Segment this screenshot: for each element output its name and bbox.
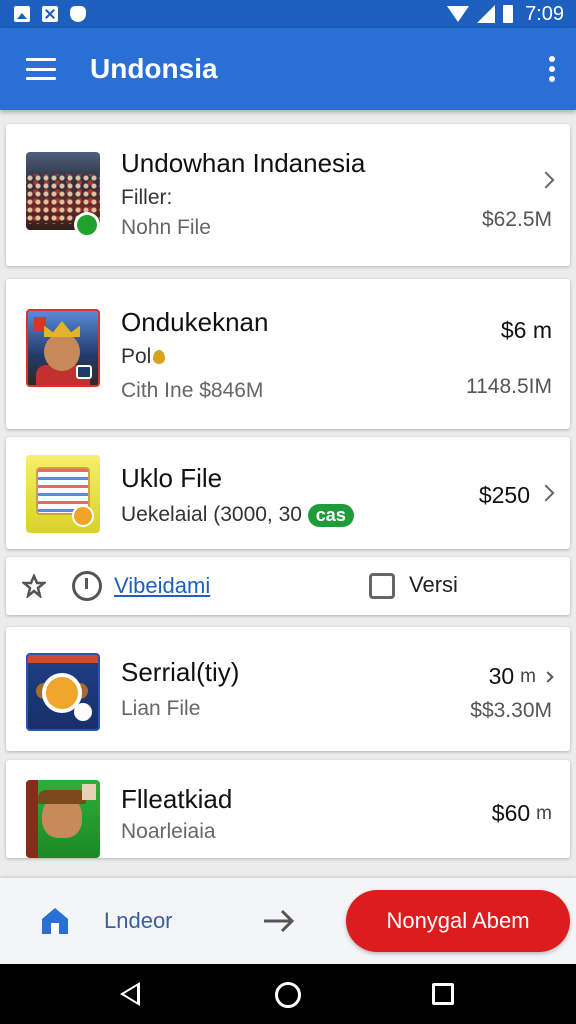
list-item[interactable]: Flleatkiad Noarleiaia $60 m bbox=[6, 760, 570, 858]
list-item[interactable]: Ondukeknan Pol Cith Ine $846M $6 m 1148.… bbox=[6, 279, 570, 429]
back-icon[interactable] bbox=[120, 982, 140, 1006]
item-subtitle: Filler: bbox=[121, 186, 173, 209]
hamburger-menu-icon[interactable] bbox=[26, 58, 56, 80]
home-circle-icon[interactable] bbox=[275, 982, 301, 1008]
app-bar: Undonsia bbox=[0, 28, 576, 110]
emblem-thumbnail bbox=[26, 653, 100, 731]
recent-apps-icon[interactable] bbox=[432, 983, 454, 1005]
image-icon bbox=[14, 6, 30, 22]
file-document-thumbnail bbox=[26, 455, 100, 533]
list-item[interactable]: Undowhan Indanesia Filler: Nohn File $62… bbox=[6, 124, 570, 266]
battery-icon bbox=[503, 5, 514, 23]
item-price: 1148.5IM bbox=[466, 375, 552, 398]
system-navigation-bar bbox=[0, 964, 576, 1024]
item-title: Undowhan Indanesia bbox=[121, 148, 366, 178]
versi-label: Versi bbox=[409, 572, 458, 597]
item-title: Ondukeknan bbox=[121, 307, 269, 337]
signal-icon bbox=[477, 5, 496, 23]
pin-icon[interactable] bbox=[22, 574, 46, 598]
shield-icon bbox=[70, 6, 86, 22]
chevron-right-icon bbox=[537, 171, 555, 189]
item-subtitle-text: Pol bbox=[121, 345, 152, 368]
item-price: $250 bbox=[478, 482, 530, 508]
action-link[interactable]: Vibeidami bbox=[114, 573, 210, 599]
more-vertical-icon[interactable] bbox=[548, 56, 556, 82]
action-row: Vibeidami Versi bbox=[6, 557, 570, 615]
cas-badge-label: cas bbox=[315, 504, 346, 525]
list-item[interactable]: Serrial(tiy) Lian File 30 m $$3.30M bbox=[6, 627, 570, 751]
item-price-unit: m bbox=[536, 802, 552, 824]
item-price-unit: m bbox=[520, 665, 536, 687]
home-icon[interactable] bbox=[38, 904, 72, 938]
king-avatar-thumbnail bbox=[26, 309, 100, 387]
item-meta: Nohn File bbox=[121, 216, 211, 239]
versi-checkbox[interactable] bbox=[369, 573, 395, 599]
status-system-icons: 7:09 bbox=[447, 3, 564, 26]
cas-badge: cas bbox=[307, 503, 354, 527]
clock-icon[interactable] bbox=[72, 571, 102, 601]
download-badge-icon bbox=[74, 212, 100, 238]
item-subtitle-text: Uekelaial (3000, 30 bbox=[121, 503, 302, 526]
app-title: Undonsia bbox=[90, 53, 218, 84]
list-item[interactable]: Uklo File Uekelaial (3000, 30 cas $250 bbox=[6, 437, 570, 549]
item-price: $62.5M bbox=[481, 208, 552, 231]
item-subtitle: Pol bbox=[121, 345, 166, 369]
close-box-icon bbox=[42, 6, 58, 22]
item-price-top: $60 m bbox=[492, 800, 552, 827]
primary-action-button[interactable]: Nonygal Abem bbox=[346, 890, 570, 952]
item-price-top-value: $60 bbox=[491, 800, 531, 826]
item-subtitle: Lian File bbox=[121, 697, 201, 720]
item-meta: Cith Ine $846M bbox=[121, 379, 264, 402]
item-price-top: 30 m bbox=[488, 663, 554, 690]
item-title: Uklo File bbox=[121, 463, 223, 493]
item-subtitle: Uekelaial (3000, 30 cas bbox=[121, 503, 354, 527]
item-title: Flleatkiad bbox=[121, 784, 233, 814]
status-time: 7:09 bbox=[525, 2, 564, 25]
item-price-top-value: 30 bbox=[488, 663, 515, 689]
chevron-right-icon bbox=[537, 484, 555, 502]
chevron-right-icon bbox=[542, 670, 554, 683]
status-notification-icons bbox=[14, 6, 86, 22]
item-price: $$3.30M bbox=[470, 699, 552, 722]
gold-drop-icon bbox=[153, 350, 166, 365]
status-bar: 7:09 bbox=[0, 0, 576, 28]
item-title: Serrial(tiy) bbox=[121, 657, 240, 687]
bottom-action-bar: Lndeor Nonygal Abem bbox=[0, 878, 576, 964]
item-price-top: $6 m bbox=[500, 317, 552, 343]
wifi-icon bbox=[447, 6, 470, 22]
person-thumbnail bbox=[26, 780, 100, 858]
item-subtitle: Noarleiaia bbox=[121, 820, 216, 843]
arrow-right-icon[interactable] bbox=[262, 906, 296, 936]
home-label[interactable]: Lndeor bbox=[104, 908, 173, 934]
